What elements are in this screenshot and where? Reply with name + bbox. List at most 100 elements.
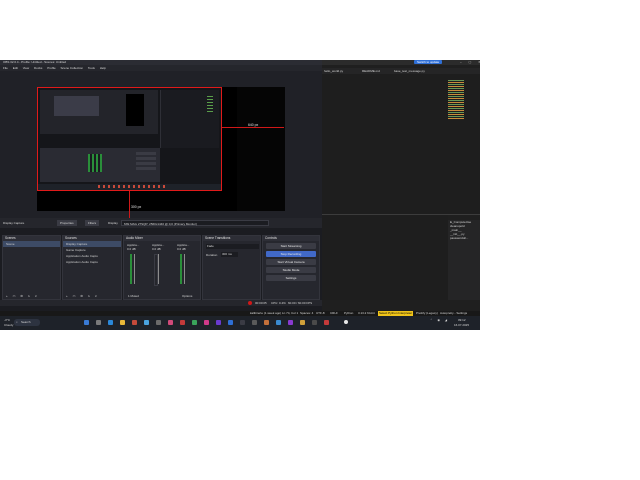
width-guide-line <box>222 127 284 128</box>
code-editor-window: Switch to update – ▢ ✕ hello_world.py RE… <box>322 60 480 330</box>
app-icon[interactable] <box>144 320 149 325</box>
windows-taskbar: -3°C Cloudy ⌕ Search ⌃ ◉ ◢ 09:12 16.07.2… <box>0 316 480 330</box>
vscode-icon[interactable] <box>228 320 233 325</box>
nested-meters <box>88 154 102 172</box>
avatar[interactable] <box>344 320 348 324</box>
clock-date[interactable]: 16.07.2025 <box>454 323 469 327</box>
filters-button[interactable]: Filters <box>85 220 100 226</box>
height-guide-label: 300 px <box>131 205 142 209</box>
volume-fader[interactable] <box>158 254 159 284</box>
nested-code-lines <box>207 96 213 114</box>
start-icon[interactable] <box>84 320 89 325</box>
stop-recording-button[interactable]: Stop Recording <box>266 251 316 257</box>
nested-capture-frame[interactable] <box>37 87 222 191</box>
weather-text[interactable]: Cloudy <box>4 323 13 327</box>
sources-toolbar[interactable]: + ▭ ⚙ ∧ ∨ <box>66 294 99 298</box>
scenes-dock: Scenes Scene + ▭ ⚙ ∧ ∨ <box>2 235 61 300</box>
edge-icon[interactable] <box>108 320 113 325</box>
app-icon[interactable] <box>132 320 137 325</box>
app-icon[interactable] <box>156 320 161 325</box>
nested-black-box <box>126 94 144 126</box>
width-guide-label: 640 px <box>248 123 259 127</box>
mixer-channel-level: 0.0 dB <box>127 247 136 251</box>
audio-mixer-dock: Audio Mixer Applica... Applica... Applic… <box>123 235 201 300</box>
duration-input[interactable]: 300 ms <box>221 252 238 257</box>
preview-area[interactable]: 640 px 300 px <box>0 71 322 226</box>
tray-icons[interactable]: ⌃ ◉ ◢ <box>430 318 449 322</box>
properties-button[interactable]: Properties <box>57 220 77 226</box>
clock-time[interactable]: 09:12 <box>458 318 466 322</box>
start-virtual-camera-button[interactable]: Start Virtual Camera <box>266 259 316 265</box>
minimap-code-lines <box>448 80 464 120</box>
search-placeholder: Search <box>21 320 31 324</box>
nested-taskbar <box>38 184 221 190</box>
window-title: OBS 32.0.4 - Profile: Untitled - Scenes:… <box>3 60 67 64</box>
weather-temp[interactable]: -3°C <box>4 318 10 322</box>
search-icon: ⌕ <box>16 320 18 324</box>
editor-minimap[interactable] <box>442 74 480 214</box>
muted-count: 1 Muted <box>128 294 139 298</box>
studio-mode-button[interactable]: Studio Mode <box>266 267 316 273</box>
app-icon[interactable] <box>252 320 257 325</box>
volume-fader[interactable] <box>184 254 185 284</box>
start-streaming-button[interactable]: Start Streaming <box>266 243 316 249</box>
app-icon[interactable] <box>216 320 221 325</box>
window-controls[interactable]: – ▢ ✕ <box>460 60 480 64</box>
controls-dock: Controls Start Streaming Stop Recording … <box>262 235 320 300</box>
transition-select[interactable]: Fade <box>206 244 259 249</box>
app-icon[interactable] <box>276 320 281 325</box>
nested-preview <box>40 90 158 134</box>
obs-icon[interactable] <box>240 320 245 325</box>
mixer-channel-level: 0.0 dB <box>152 247 161 251</box>
taskbar-search-box[interactable]: ⌕ Search <box>14 319 40 326</box>
mixer-options-button[interactable]: Options <box>182 294 192 298</box>
settings-button[interactable]: Settings <box>266 275 316 281</box>
canvas-right-region <box>237 87 285 211</box>
nested-thumbnail <box>54 96 99 116</box>
app-icon[interactable] <box>204 320 209 325</box>
explorer-icon[interactable] <box>120 320 125 325</box>
display-select[interactable]: MSI MAG 27SQP: 2560x1440 @ 0,0 (Primary … <box>121 220 269 226</box>
app-icon[interactable] <box>300 320 305 325</box>
sources-dock: Sources Display Capture Game Capture App… <box>62 235 122 300</box>
transitions-title: Scene Transitions <box>203 236 260 241</box>
scenes-toolbar[interactable]: + ▭ ⚙ ∧ ∨ <box>6 294 39 298</box>
outline-item[interactable]: passwordoll... <box>450 236 480 240</box>
cpu-usage: CPU: 0.4% <box>271 301 286 305</box>
volume-fader[interactable] <box>134 254 135 284</box>
outline-panel: E_ComputeUse cleanupold _main__ __init__… <box>448 220 480 300</box>
desktop-screen: OBS 32.0.4 - Profile: Untitled - Scenes:… <box>0 60 480 330</box>
context-source-name: Display Capture <box>3 221 25 225</box>
fps-readout: 60.00 / 60.00 FPS <box>288 301 313 305</box>
obs-status-bar: 00:00:05 CPU: 0.4% 60.00 / 60.00 FPS <box>0 300 322 306</box>
nested-taskbar-icons <box>98 185 168 188</box>
nested-docks <box>40 148 160 182</box>
app-icon[interactable] <box>192 320 197 325</box>
editor-title-bar: Switch to update – ▢ ✕ <box>322 60 480 65</box>
app-icon[interactable] <box>324 320 329 325</box>
task-view-icon[interactable] <box>96 320 101 325</box>
record-indicator-icon <box>248 301 252 305</box>
app-icon[interactable] <box>288 320 293 325</box>
app-icon[interactable] <box>168 320 173 325</box>
display-label: Display <box>108 221 118 225</box>
record-time: 00:00:05 <box>255 301 267 305</box>
controls-title: Controls <box>263 236 319 241</box>
editor-code-area[interactable] <box>322 74 442 214</box>
nested-controls <box>136 152 156 172</box>
transitions-dock: Scene Transitions Fade Duration 300 ms <box>202 235 261 300</box>
update-toast[interactable]: Switch to update <box>414 60 443 64</box>
volume-meter <box>130 254 132 284</box>
nested-editor <box>160 90 219 148</box>
mixer-title: Audio Mixer <box>124 236 200 241</box>
app-icon[interactable] <box>264 320 269 325</box>
mixer-channel-level: 0.0 dB <box>177 247 186 251</box>
app-icon[interactable] <box>180 320 185 325</box>
source-item[interactable]: Application Audio Captu <box>63 259 121 265</box>
scene-item[interactable]: Scene <box>3 241 60 247</box>
terminal-panel[interactable] <box>322 215 448 300</box>
source-context-bar: Display Capture Properties Filters Displ… <box>0 218 322 228</box>
app-icon[interactable] <box>312 320 317 325</box>
volume-meter <box>180 254 182 284</box>
duration-label: Duration <box>206 253 218 257</box>
